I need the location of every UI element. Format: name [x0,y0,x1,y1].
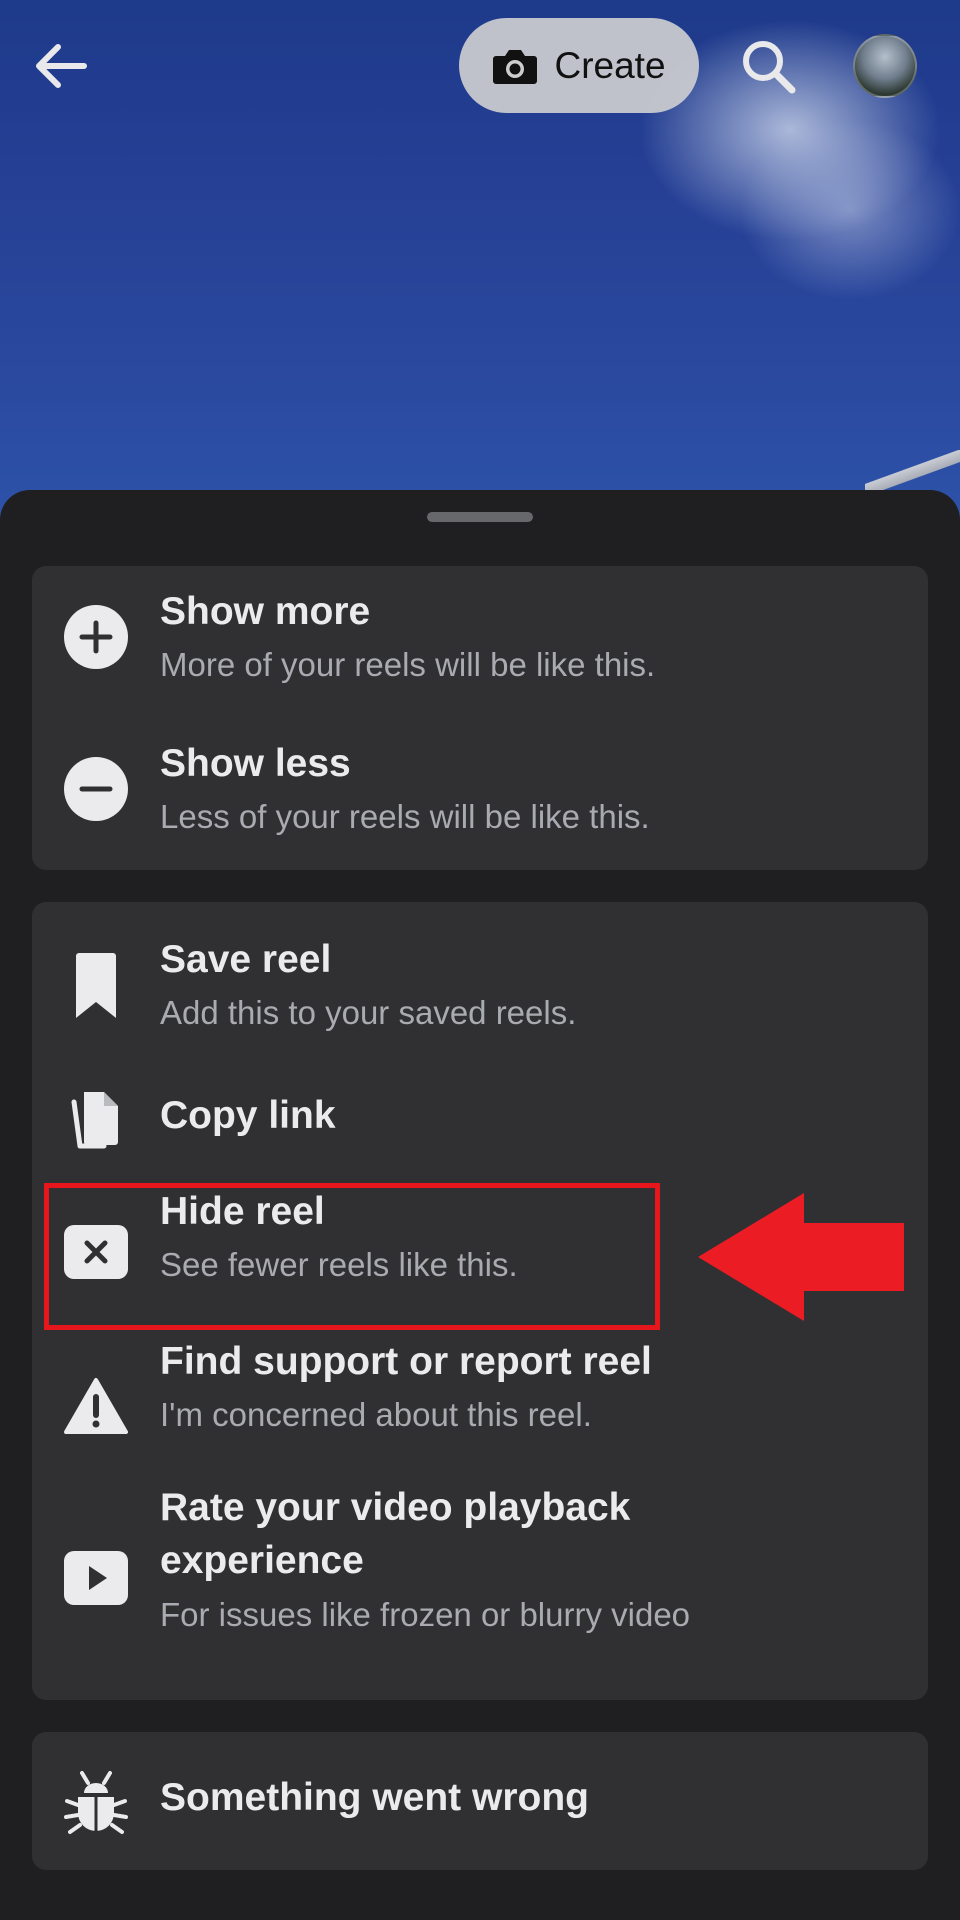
menu-item-title: Show less [160,742,351,785]
menu-item-report-reel[interactable]: Find support or report reel I'm concerne… [32,1324,928,1474]
menu-item-subtitle: Less of your reels will be like this. [160,798,650,835]
menu-item-show-more[interactable]: Show more More of your reels will be lik… [32,566,928,718]
back-button[interactable] [30,36,94,96]
bug-icon [60,1766,132,1838]
bookmark-icon [60,950,132,1022]
menu-item-title: Show more [160,590,371,633]
menu-item-subtitle: More of your reels will be like this. [160,646,656,683]
red-arrow-pointer-icon [698,1193,904,1321]
menu-item-title: Save reel [160,938,332,981]
highlight-box-hide-reel [44,1183,660,1330]
menu-item-title-line1: Rate your video playback [160,1486,631,1529]
menu-item-something-went-wrong[interactable]: Something went wrong [32,1732,928,1870]
search-icon [743,41,796,94]
create-button-label: Create [554,44,666,86]
feed-preference-card: Show more More of your reels will be lik… [32,566,928,870]
search-button[interactable] [738,36,798,96]
warning-icon [60,1370,132,1442]
plus-circle-icon [60,601,132,673]
menu-item-title: Find support or report reel [160,1340,652,1383]
menu-item-title: Something went wrong [160,1776,589,1819]
menu-item-title: Copy link [160,1094,336,1137]
menu-item-subtitle: Add this to your saved reels. [160,994,577,1031]
create-button[interactable]: Create [459,18,699,113]
menu-item-show-less[interactable]: Show less Less of your reels will be lik… [32,718,928,870]
menu-item-copy-link[interactable]: Copy link [32,1062,928,1174]
profile-avatar[interactable] [853,34,917,98]
camera-icon [493,49,538,84]
copy-icon [60,1082,132,1154]
feedback-card: Something went wrong [32,1732,928,1870]
menu-item-save-reel[interactable]: Save reel Add this to your saved reels. [32,902,928,1062]
menu-item-rate-playback[interactable]: Rate your video playback experience For … [32,1474,928,1700]
play-icon [60,1542,132,1614]
sheet-drag-handle[interactable] [427,512,533,522]
back-arrow-icon [36,44,87,88]
minus-circle-icon [60,753,132,825]
video-building-roof [865,450,960,490]
menu-item-subtitle: For issues like frozen or blurry video [160,1596,691,1633]
menu-item-title-line2: experience [160,1539,364,1582]
menu-item-subtitle: I'm concerned about this reel. [160,1396,592,1433]
